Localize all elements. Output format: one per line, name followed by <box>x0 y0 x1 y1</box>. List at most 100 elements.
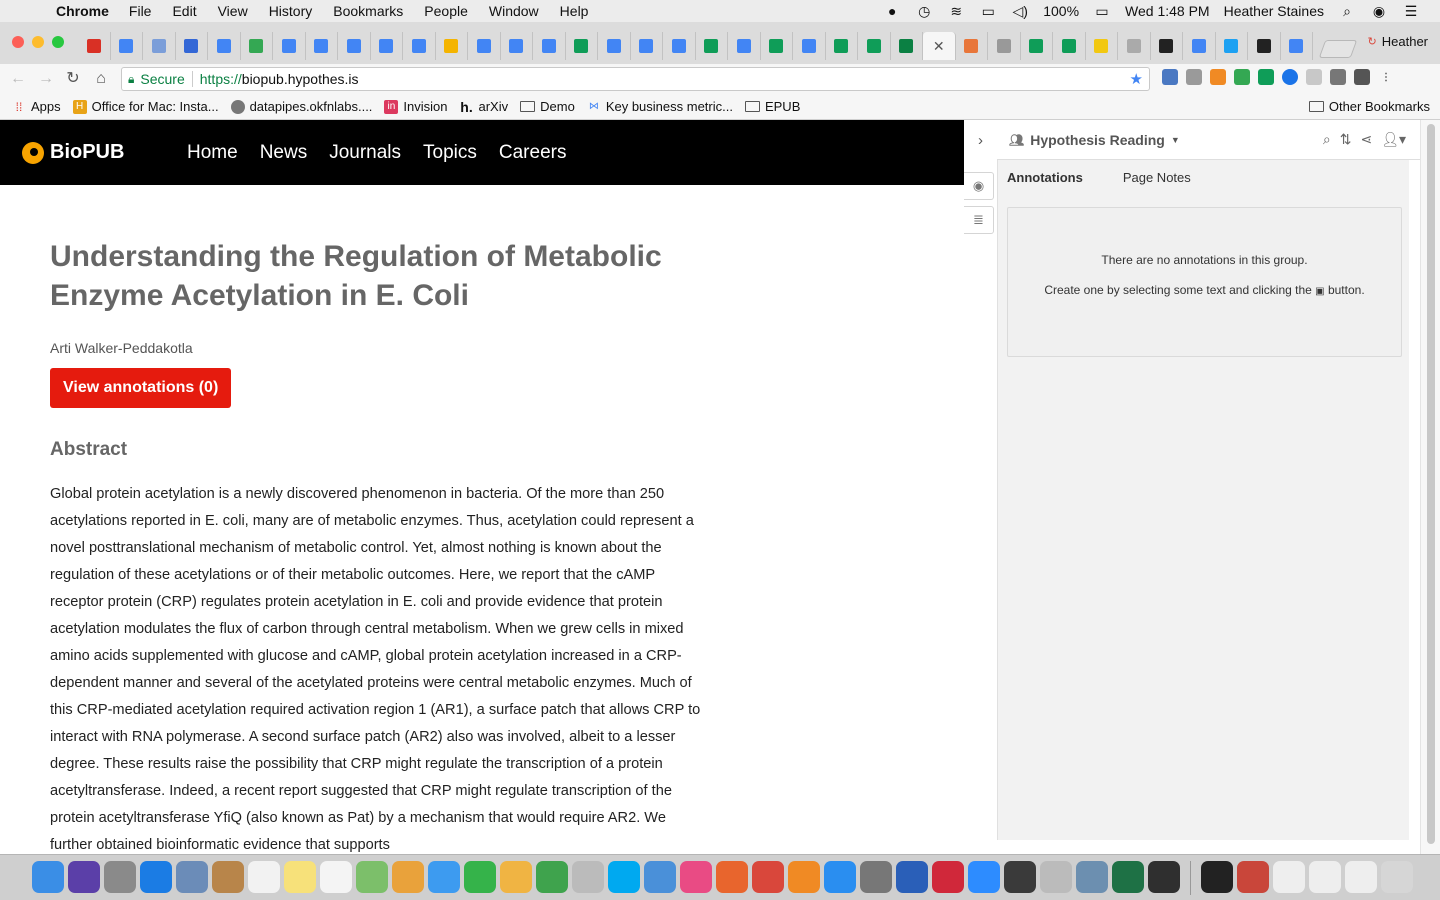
calendar-icon[interactable] <box>248 861 280 893</box>
window-thumb-icon[interactable] <box>1345 861 1377 893</box>
menu-app-name[interactable]: Chrome <box>56 3 109 19</box>
ibooks-icon[interactable] <box>788 861 820 893</box>
activity-monitor-icon[interactable] <box>1148 861 1180 893</box>
browser-tab[interactable] <box>1281 32 1313 60</box>
help-icon[interactable] <box>572 861 604 893</box>
chrome-icon[interactable] <box>752 861 784 893</box>
menu-history[interactable]: History <box>269 3 313 19</box>
browser-tab[interactable] <box>631 32 663 60</box>
home-icon[interactable]: ⌂ <box>91 68 111 90</box>
bookmark-demo-folder[interactable]: Demo <box>520 99 575 114</box>
window-thumb-icon[interactable] <box>1273 861 1305 893</box>
zoom-window-button[interactable] <box>52 36 64 48</box>
clock[interactable]: Wed 1:48 PM <box>1125 3 1210 19</box>
trash-icon[interactable] <box>1381 861 1413 893</box>
mail-icon[interactable] <box>1076 861 1108 893</box>
zoom-icon[interactable] <box>968 861 1000 893</box>
browser-tab[interactable] <box>371 32 403 60</box>
firefox-icon[interactable] <box>716 861 748 893</box>
browser-tab[interactable] <box>143 32 176 60</box>
siri-icon[interactable] <box>68 861 100 893</box>
other-bookmarks[interactable]: Other Bookmarks <box>1308 99 1430 114</box>
siri-icon[interactable]: ◉ <box>1370 3 1388 19</box>
new-page-note-icon[interactable]: ≣ <box>964 206 994 234</box>
browser-tab[interactable] <box>696 32 728 60</box>
browser-tab[interactable] <box>1118 32 1151 60</box>
browser-tab[interactable] <box>1151 32 1183 60</box>
photos-icon[interactable] <box>392 861 424 893</box>
maps-icon[interactable] <box>356 861 388 893</box>
bookmark-arxiv[interactable]: h. arXiv <box>460 99 508 115</box>
menu-bookmarks[interactable]: Bookmarks <box>333 3 403 19</box>
sketch-icon[interactable] <box>500 861 532 893</box>
browser-tab[interactable] <box>403 32 436 60</box>
reminders-icon[interactable] <box>320 861 352 893</box>
bookmark-office[interactable]: H Office for Mac: Insta... <box>72 99 219 114</box>
itunes-icon[interactable] <box>680 861 712 893</box>
wifi-icon[interactable]: ≋ <box>947 3 965 19</box>
site-logo[interactable]: BioPUB <box>22 141 187 164</box>
launchpad-icon[interactable] <box>104 861 136 893</box>
tab-annotations[interactable]: Annotations <box>1007 170 1083 185</box>
volume-icon[interactable]: ◁) <box>1011 3 1029 19</box>
battery-icon[interactable]: ▭ <box>1093 3 1111 19</box>
search-icon[interactable]: ⌕ <box>1323 131 1331 148</box>
group-selector[interactable]: 👥︎ Hypothesis Reading ▼ <box>1009 132 1180 148</box>
notification-badge-icon[interactable]: ● <box>883 3 901 19</box>
extension-grammarly-icon[interactable] <box>1234 69 1250 85</box>
browser-tab[interactable] <box>338 32 371 60</box>
quicktime-icon[interactable] <box>1004 861 1036 893</box>
chrome-menu-icon[interactable]: ⋮ <box>1378 69 1394 85</box>
active-tab[interactable]: ✕ <box>923 32 956 60</box>
contacts-icon[interactable] <box>212 861 244 893</box>
extension-notes-icon[interactable] <box>1186 69 1202 85</box>
profile-button[interactable]: ↻ Heather <box>1368 34 1428 49</box>
browser-tab[interactable] <box>826 32 858 60</box>
browser-tab[interactable] <box>436 32 468 60</box>
notification-center-icon[interactable]: ☰ <box>1402 3 1420 19</box>
tab-page-notes[interactable]: Page Notes <box>1123 170 1191 185</box>
terminal-icon[interactable] <box>1201 861 1233 893</box>
browser-tab[interactable] <box>1021 32 1053 60</box>
reload-icon[interactable]: ↻ <box>63 68 83 90</box>
window-thumb-icon[interactable] <box>1237 861 1269 893</box>
browser-tab[interactable] <box>306 32 338 60</box>
new-tab-button[interactable] <box>1318 40 1358 58</box>
extension-messages-icon[interactable] <box>1258 69 1274 85</box>
browser-tab[interactable] <box>566 32 598 60</box>
nav-news[interactable]: News <box>260 142 308 164</box>
safari-icon[interactable] <box>140 861 172 893</box>
view-annotations-button[interactable]: View annotations (0) <box>50 368 232 408</box>
menu-view[interactable]: View <box>218 3 248 19</box>
browser-tab[interactable] <box>1086 32 1118 60</box>
menu-user-name[interactable]: Heather Staines <box>1224 3 1324 19</box>
system-prefs-icon[interactable] <box>860 861 892 893</box>
browser-tab[interactable] <box>956 32 988 60</box>
nav-journals[interactable]: Journals <box>329 142 401 164</box>
help-icon[interactable] <box>1040 861 1072 893</box>
appstore-icon[interactable] <box>824 861 856 893</box>
browser-tab[interactable] <box>988 32 1021 60</box>
browser-tab[interactable] <box>533 32 566 60</box>
browser-tab[interactable] <box>241 32 273 60</box>
facetime-icon[interactable] <box>464 861 496 893</box>
bookmark-star-icon[interactable]: ★ <box>1130 70 1143 88</box>
bookmark-datapipes[interactable]: datapipes.okfnlabs.... <box>230 99 372 114</box>
forward-icon[interactable]: → <box>36 68 56 90</box>
browser-tab[interactable] <box>1053 32 1086 60</box>
menu-edit[interactable]: Edit <box>172 3 196 19</box>
extension-g-icon[interactable] <box>1306 69 1322 85</box>
user-menu-icon[interactable]: 👤︎▾ <box>1381 131 1406 148</box>
extension-chat-icon[interactable] <box>1282 69 1298 85</box>
collapse-sidebar-icon[interactable]: › <box>964 120 997 160</box>
extension-calendar-icon[interactable] <box>1162 69 1178 85</box>
browser-tab[interactable] <box>858 32 891 60</box>
browser-tab[interactable] <box>891 32 923 60</box>
browser-tab[interactable] <box>663 32 696 60</box>
extension-flag-icon[interactable] <box>1330 69 1346 85</box>
slack-icon[interactable] <box>932 861 964 893</box>
browser-tab[interactable] <box>1183 32 1216 60</box>
address-bar[interactable]: 🔒︎ Secure https:// biopub.hypothes.is ★ <box>121 67 1150 91</box>
browser-tab[interactable] <box>78 32 111 60</box>
browser-tab[interactable] <box>468 32 501 60</box>
